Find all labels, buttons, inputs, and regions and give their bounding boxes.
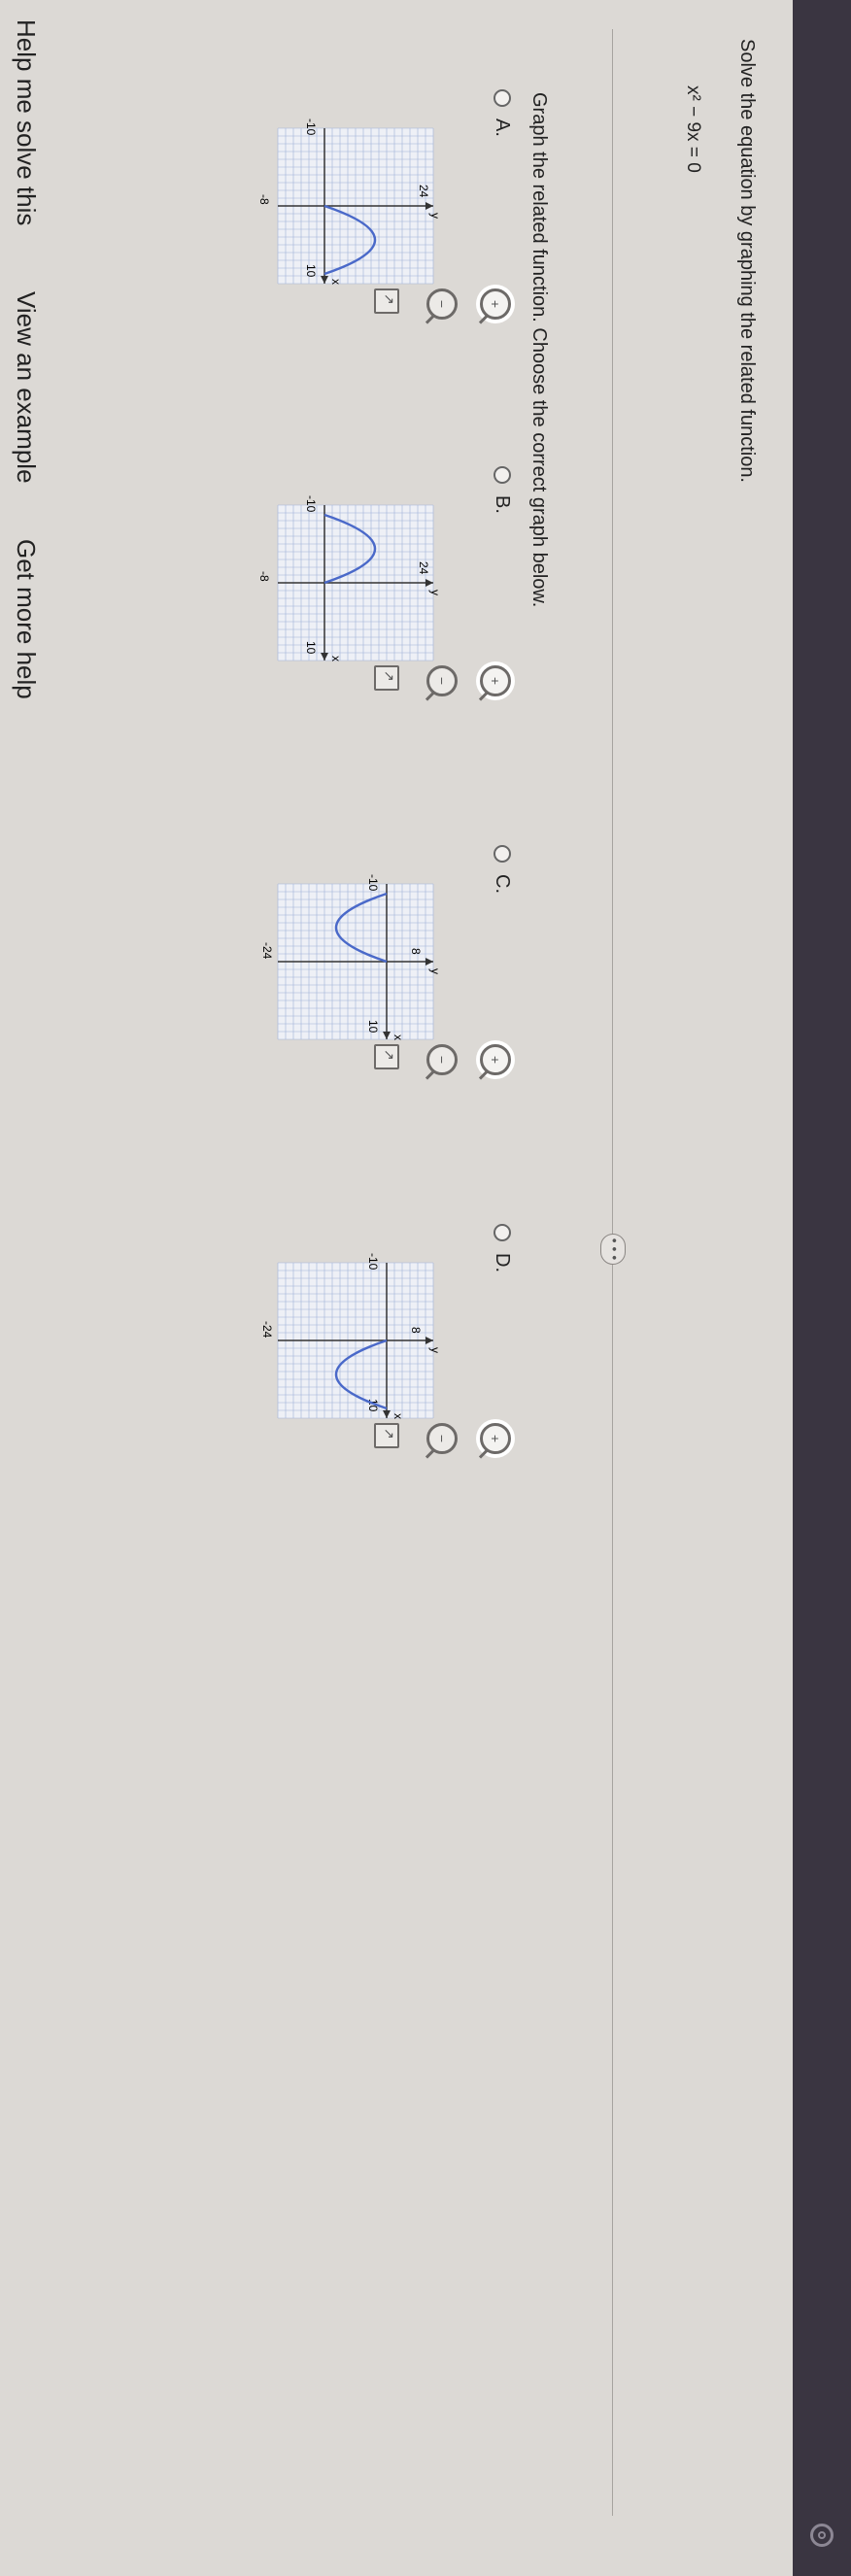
view-example-link[interactable]: View an example	[11, 291, 41, 484]
x-axis-var: x	[329, 656, 343, 661]
y-min-label: -8	[257, 194, 271, 205]
zoom-in-icon[interactable]: +	[480, 288, 511, 320]
y-axis-var: y	[428, 213, 442, 219]
y-min-label: -8	[257, 571, 271, 582]
choice-b[interactable]: B. y x 24 -8 -10 10 + − ↗	[25, 466, 513, 758]
choice-a-radio[interactable]	[494, 89, 511, 107]
y-max-label: 24	[417, 561, 430, 575]
get-more-help-link[interactable]: Get more help	[11, 539, 41, 699]
x-axis-var: x	[391, 1413, 405, 1419]
y-max-label: 8	[409, 1327, 423, 1334]
choice-a-graph: y x 24 -8 -10 10	[257, 119, 442, 285]
choice-d-label: D.	[492, 1253, 513, 1272]
y-axis-var: y	[428, 590, 442, 595]
y-max-label: 24	[417, 185, 430, 198]
x-max-label: 10	[304, 264, 318, 278]
choice-d-radio[interactable]	[494, 1224, 511, 1241]
x-min-label: -10	[304, 495, 318, 513]
choice-c[interactable]: C. y x 8 -24 -10 10 + − ↗	[25, 845, 513, 1136]
x-axis-var: x	[329, 279, 343, 285]
x-max-label: 10	[304, 641, 318, 655]
y-axis-var: y	[428, 968, 442, 974]
zoom-in-icon[interactable]: +	[480, 1423, 511, 1454]
divider	[612, 29, 613, 2516]
choice-b-graph: y x 24 -8 -10 10	[257, 495, 442, 661]
y-min-label: -24	[260, 1321, 274, 1339]
choice-c-graph: y x 8 -24 -10 10	[260, 874, 442, 1040]
help-bar: Help me solve this View an example Get m…	[0, 0, 43, 2576]
equation: x² − 9x = 0	[683, 85, 703, 173]
top-bar	[793, 0, 851, 2576]
choice-d[interactable]: D. y x 8 -24 -10 10 + − ↗	[25, 1224, 513, 1515]
instruction-text: Graph the related function. Choose the c…	[528, 92, 550, 608]
zoom-out-icon[interactable]: −	[426, 665, 458, 696]
zoom-in-icon[interactable]: +	[480, 1044, 511, 1075]
x-max-label: 10	[366, 1020, 380, 1034]
x-min-label: -10	[366, 1253, 380, 1271]
settings-gear-icon[interactable]	[810, 2524, 834, 2547]
zoom-out-icon[interactable]: −	[426, 288, 458, 320]
question-prompt: Solve the equation by graphing the relat…	[736, 39, 758, 483]
choice-a-label: A.	[492, 119, 513, 137]
zoom-in-icon[interactable]: +	[480, 665, 511, 696]
expand-graph-icon[interactable]: ↗	[374, 1044, 399, 1069]
screen-rotated: Solve the equation by graphing the relat…	[0, 0, 851, 2576]
zoom-out-icon[interactable]: −	[426, 1423, 458, 1454]
y-max-label: 8	[409, 948, 423, 955]
more-button[interactable]: • • •	[600, 1234, 626, 1265]
choice-d-graph: y x 8 -24 -10 10	[260, 1253, 442, 1419]
y-axis-var: y	[428, 1347, 442, 1353]
x-min-label: -10	[304, 119, 318, 136]
x-axis-var: x	[391, 1034, 405, 1040]
choice-b-radio[interactable]	[494, 466, 511, 484]
expand-graph-icon[interactable]: ↗	[374, 1423, 399, 1448]
choice-a[interactable]: A. y x 24 -8 -10 10 + − ↗	[25, 89, 513, 381]
choice-c-label: C.	[492, 874, 513, 894]
help-me-solve-link[interactable]: Help me solve this	[11, 19, 41, 225]
x-min-label: -10	[366, 874, 380, 892]
choice-b-label: B.	[492, 495, 513, 514]
zoom-out-icon[interactable]: −	[426, 1044, 458, 1075]
expand-graph-icon[interactable]: ↗	[374, 288, 399, 314]
expand-graph-icon[interactable]: ↗	[374, 665, 399, 691]
y-min-label: -24	[260, 942, 274, 960]
choice-c-radio[interactable]	[494, 845, 511, 863]
